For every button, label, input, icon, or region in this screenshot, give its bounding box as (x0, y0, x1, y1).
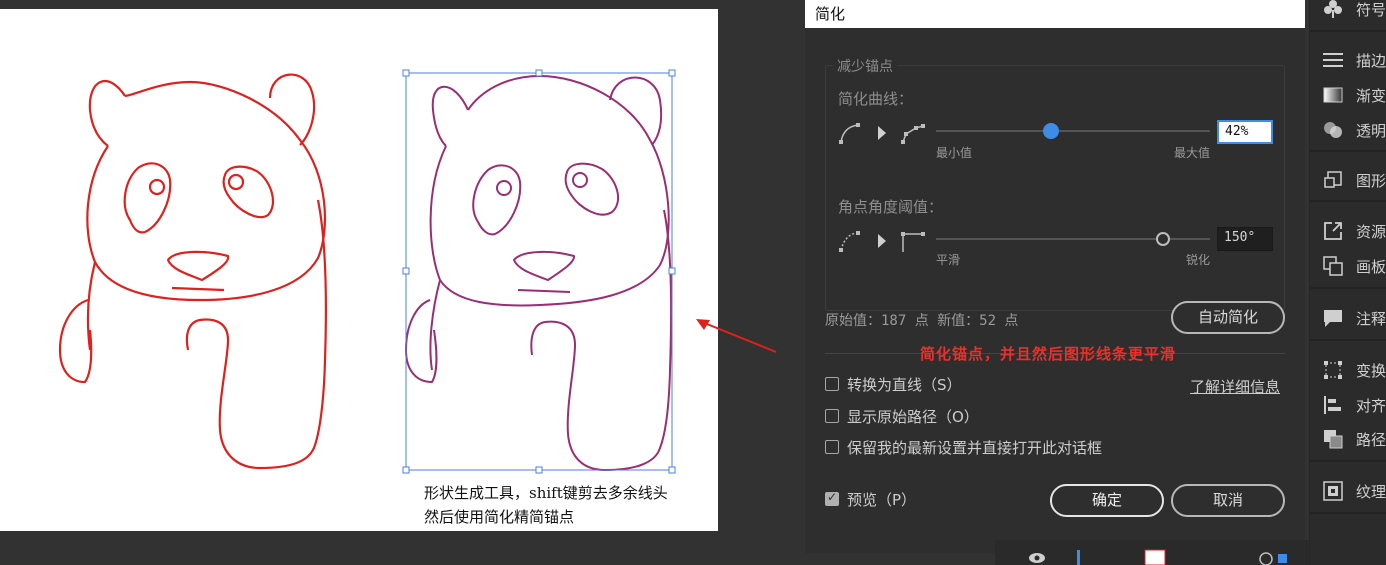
curve-slider-thumb[interactable] (1043, 123, 1060, 139)
layer-thumbnail (1144, 549, 1166, 565)
panel-item-gradient[interactable]: 渐变 (1310, 80, 1386, 110)
align-icon (1324, 396, 1341, 414)
panel-separator (1310, 150, 1386, 152)
panel-separator (1310, 287, 1386, 289)
group-title: 减少锚点 (833, 56, 897, 76)
panel-item-artboards[interactable]: 画板 (1310, 251, 1386, 281)
convert-lines-label: 转换为直线（S） (847, 376, 962, 394)
keep-settings-checkbox[interactable] (825, 440, 839, 454)
annotation-arrow (696, 319, 777, 353)
comment-icon (1324, 310, 1342, 327)
sharp-corner-icon (901, 232, 925, 252)
panel-label-stroke: 描边 (1356, 52, 1386, 70)
target-icon (1259, 552, 1273, 565)
smooth-corner-icon (839, 231, 860, 252)
gradient-icon (1323, 87, 1343, 103)
corner-icons (839, 231, 925, 252)
club-icon (1324, 0, 1342, 18)
corner-value-input[interactable]: 150° (1217, 227, 1273, 251)
annotation-text: 简化锚点，并且然后图形线条更平滑 (920, 345, 1177, 363)
panel-label-transparency: 透明 (1356, 122, 1386, 140)
transparency-icon (1324, 122, 1342, 138)
arrow-right-icon (878, 126, 886, 140)
curve-min-label: 最小值 (936, 146, 973, 160)
workspace: 形状生成工具，shift键剪去多余线头 然后使用简化精简锚点 简化 减少锚点 简… (0, 0, 1386, 565)
preview-checkbox[interactable] (825, 490, 839, 506)
panel-separator (1310, 339, 1386, 341)
panel-label-asset-export: 资源 (1356, 223, 1386, 241)
panel-dock: 符号 描边 渐变 透明 图形 资源 画板 注释 变换 对齐 路径 纹理 (1309, 0, 1386, 565)
curve-value-input[interactable]: 42% (1217, 120, 1273, 144)
stroke-icon (1323, 53, 1343, 67)
panel-label-gradient: 渐变 (1356, 87, 1386, 105)
panda-original (58, 73, 327, 470)
asset-export-icon (1324, 222, 1342, 240)
panel-separator (1310, 512, 1386, 514)
panel-item-pathfinder[interactable]: 路径 (1310, 424, 1386, 454)
pathfinder-icon (1324, 430, 1343, 449)
curve-label: 简化曲线： (838, 90, 914, 108)
caption: 形状生成工具，shift键剪去多余线头 然后使用简化精简锚点 (424, 481, 724, 529)
panel-label-texture: 纹理 (1356, 483, 1386, 501)
texture-icon (1323, 481, 1343, 501)
cancel-button[interactable]: 取消 (1171, 484, 1285, 517)
layer-row-icons (1029, 549, 1287, 565)
panel-label-transform: 变换 (1356, 362, 1386, 380)
panel-label-artboards: 画板 (1356, 258, 1386, 276)
layers-strip (995, 540, 1309, 565)
panel-separator (1310, 460, 1386, 462)
artboard-icon (1323, 256, 1343, 276)
panel-item-align[interactable]: 对齐 (1310, 390, 1386, 420)
panel-item-transform[interactable]: 变换 (1310, 355, 1386, 385)
learn-more-link[interactable]: 了解详细信息 (1190, 376, 1280, 397)
show-original-label: 显示原始路径（O） (847, 408, 979, 426)
corner-max-label: 锐化 (1186, 253, 1211, 267)
caption-line-1: 形状生成工具，shift键剪去多余线头 (424, 484, 668, 502)
artwork-canvas (58, 69, 676, 474)
arrow-right-icon-2 (878, 234, 886, 248)
graphic-style-icon (1324, 171, 1342, 188)
panel-label-comments: 注释 (1356, 310, 1386, 328)
curve-icons (839, 123, 925, 144)
corner-label: 角点角度阈值： (838, 198, 944, 216)
panel-item-comments[interactable]: 注释 (1310, 303, 1386, 333)
dialog-body: 减少锚点 简化曲线： 最小值 最大值 42% 角点角度阈值： 平滑 锐化 150… (805, 28, 1305, 553)
panel-item-symbols[interactable]: 符号 (1310, 0, 1386, 24)
panda-simplified (405, 75, 673, 471)
panel-label-pathfinder: 路径 (1356, 431, 1386, 449)
panel-label-graphic-styles: 图形 (1356, 172, 1386, 190)
simplify-dialog: 简化 减少锚点 简化曲线： 最小值 最大值 42% 角点角度阈值： 平滑 锐化 … (805, 0, 1305, 553)
smooth-curve-icon (839, 123, 860, 144)
preview-label: 预览（P） (847, 491, 917, 509)
dialog-title: 简化 (815, 5, 846, 23)
layer-color-bar (1077, 550, 1080, 565)
artboard[interactable]: 形状生成工具，shift键剪去多余线头 然后使用简化精简锚点 (0, 9, 718, 531)
curve-slider-track[interactable] (936, 130, 1210, 132)
corner-min-label: 平滑 (936, 253, 961, 267)
point-stats: 原始值：187 点 新值：52 点 (825, 313, 1019, 329)
selection-box (402, 69, 676, 474)
eye-icon (1029, 553, 1045, 563)
selection-indicator (1278, 554, 1287, 563)
panel-separator (1310, 200, 1386, 202)
auto-simplify-button[interactable]: 自动简化 (1171, 301, 1285, 334)
panel-item-stroke[interactable]: 描边 (1310, 45, 1386, 75)
ok-button[interactable]: 确定 (1050, 484, 1164, 517)
panel-item-transparency[interactable]: 透明 (1310, 115, 1386, 145)
convert-lines-checkbox[interactable] (825, 377, 839, 391)
panel-separator (1310, 30, 1386, 32)
angular-curve-icon (901, 124, 925, 144)
caption-line-2: 然后使用简化精简锚点 (424, 508, 575, 526)
panel-label-symbols: 符号 (1356, 1, 1386, 19)
dialog-titlebar[interactable]: 简化 (805, 0, 1305, 28)
show-original-checkbox[interactable] (825, 409, 839, 423)
panel-item-asset-export[interactable]: 资源 (1310, 216, 1386, 246)
panel-label-align: 对齐 (1356, 397, 1386, 415)
panel-item-texture[interactable]: 纹理 (1310, 476, 1386, 506)
keep-settings-label: 保留我的最新设置并直接打开此对话框 (847, 439, 1103, 457)
curve-max-label: 最大值 (1174, 146, 1211, 160)
panel-item-graphic-styles[interactable]: 图形 (1310, 165, 1386, 195)
transform-icon (1324, 361, 1342, 379)
